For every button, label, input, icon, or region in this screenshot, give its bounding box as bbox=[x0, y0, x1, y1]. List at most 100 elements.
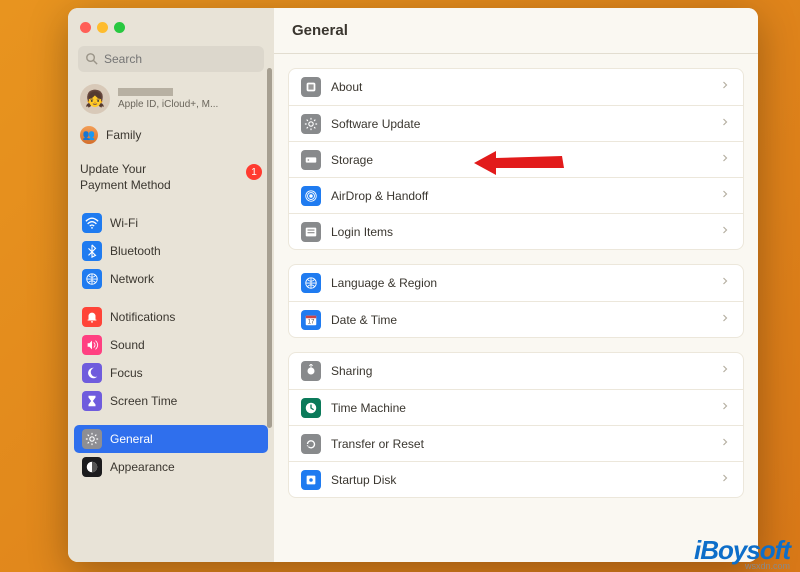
sound-icon bbox=[82, 335, 102, 355]
family-label: Family bbox=[106, 128, 141, 142]
scrollbar[interactable] bbox=[267, 68, 272, 428]
gear-icon bbox=[82, 429, 102, 449]
sidebar-nav: Wi-Fi Bluetooth Network Notifications Sound F… bbox=[68, 205, 274, 562]
chevron-right-icon bbox=[719, 78, 731, 96]
page-title: General bbox=[274, 8, 758, 54]
profile-name-redacted bbox=[118, 88, 173, 96]
sidebar-item-label: Focus bbox=[110, 366, 143, 380]
payment-line1: Update Your bbox=[80, 162, 171, 178]
main-pane: General About Software Update Storage AirDr… bbox=[274, 8, 758, 562]
chevron-right-icon bbox=[719, 187, 731, 205]
row-label: Date & Time bbox=[331, 313, 709, 327]
storage-icon bbox=[301, 150, 321, 170]
family-row[interactable]: 👥 Family bbox=[68, 122, 274, 148]
globe-icon bbox=[301, 273, 321, 293]
chevron-right-icon bbox=[719, 362, 731, 380]
avatar: 👧 bbox=[80, 84, 110, 114]
row-label: Time Machine bbox=[331, 401, 709, 415]
row-airdrop-handoff[interactable]: AirDrop & Handoff bbox=[289, 177, 743, 213]
hourglass-icon bbox=[82, 391, 102, 411]
disk-icon bbox=[301, 470, 321, 490]
gear-icon bbox=[301, 114, 321, 134]
row-label: Language & Region bbox=[331, 276, 709, 290]
sidebar-item-label: General bbox=[110, 432, 153, 446]
row-language-region[interactable]: Language & Region bbox=[289, 265, 743, 301]
tm-icon bbox=[301, 398, 321, 418]
sidebar-item-label: Wi-Fi bbox=[110, 216, 138, 230]
sidebar-item-wi-fi[interactable]: Wi-Fi bbox=[74, 209, 268, 237]
family-icon: 👥 bbox=[80, 126, 98, 144]
row-label: About bbox=[331, 80, 709, 94]
moon-icon bbox=[82, 363, 102, 383]
row-label: Startup Disk bbox=[331, 473, 709, 487]
row-about[interactable]: About bbox=[289, 69, 743, 105]
profile-row[interactable]: 👧 Apple ID, iCloud+, M... bbox=[68, 80, 274, 122]
row-login-items[interactable]: Login Items bbox=[289, 213, 743, 249]
sidebar-item-label: Screen Time bbox=[110, 394, 177, 408]
sidebar-item-label: Network bbox=[110, 272, 154, 286]
sidebar-item-label: Sound bbox=[110, 338, 145, 352]
row-startup-disk[interactable]: Startup Disk bbox=[289, 461, 743, 497]
sidebar-item-bluetooth[interactable]: Bluetooth bbox=[74, 237, 268, 265]
info-icon bbox=[301, 77, 321, 97]
row-label: AirDrop & Handoff bbox=[331, 189, 709, 203]
chevron-right-icon bbox=[719, 151, 731, 169]
sidebar-item-sound[interactable]: Sound bbox=[74, 331, 268, 359]
settings-group: Sharing Time Machine Transfer or Reset Star… bbox=[288, 352, 744, 498]
sidebar-item-screen-time[interactable]: Screen Time bbox=[74, 387, 268, 415]
row-label: Login Items bbox=[331, 225, 709, 239]
wifi-icon bbox=[82, 213, 102, 233]
bt-icon bbox=[82, 241, 102, 261]
bell-icon bbox=[82, 307, 102, 327]
row-time-machine[interactable]: Time Machine bbox=[289, 389, 743, 425]
row-software-update[interactable]: Software Update bbox=[289, 105, 743, 141]
settings-group: Language & Region Date & Time bbox=[288, 264, 744, 338]
sidebar-item-label: Notifications bbox=[110, 310, 175, 324]
search-input[interactable] bbox=[78, 46, 264, 72]
minimize-icon[interactable] bbox=[97, 22, 108, 33]
row-label: Software Update bbox=[331, 117, 709, 131]
settings-group: About Software Update Storage AirDrop & Han… bbox=[288, 68, 744, 250]
chevron-right-icon bbox=[719, 471, 731, 489]
chevron-right-icon bbox=[719, 223, 731, 241]
profile-subtitle: Apple ID, iCloud+, M... bbox=[118, 99, 262, 110]
chevron-right-icon bbox=[719, 115, 731, 133]
row-storage[interactable]: Storage bbox=[289, 141, 743, 177]
sidebar-item-focus[interactable]: Focus bbox=[74, 359, 268, 387]
globe-icon bbox=[82, 269, 102, 289]
search-icon bbox=[84, 51, 99, 66]
reset-icon bbox=[301, 434, 321, 454]
airdrop-icon bbox=[301, 186, 321, 206]
appearance-icon bbox=[82, 457, 102, 477]
close-icon[interactable] bbox=[80, 22, 91, 33]
payment-notice[interactable]: Update Your Payment Method 1 bbox=[68, 156, 274, 199]
chevron-right-icon bbox=[719, 399, 731, 417]
sidebar: 👧 Apple ID, iCloud+, M... 👥 Family Updat… bbox=[68, 8, 274, 562]
calendar-icon bbox=[301, 310, 321, 330]
login-icon bbox=[301, 222, 321, 242]
row-sharing[interactable]: Sharing bbox=[289, 353, 743, 389]
window-controls bbox=[68, 8, 274, 46]
sidebar-item-appearance[interactable]: Appearance bbox=[74, 453, 268, 481]
chevron-right-icon bbox=[719, 435, 731, 453]
fullscreen-icon[interactable] bbox=[114, 22, 125, 33]
notification-badge: 1 bbox=[246, 164, 262, 180]
sidebar-item-network[interactable]: Network bbox=[74, 265, 268, 293]
payment-line2: Payment Method bbox=[80, 178, 171, 194]
sidebar-item-notifications[interactable]: Notifications bbox=[74, 303, 268, 331]
row-label: Transfer or Reset bbox=[331, 437, 709, 451]
row-date-time[interactable]: Date & Time bbox=[289, 301, 743, 337]
row-transfer-or-reset[interactable]: Transfer or Reset bbox=[289, 425, 743, 461]
row-label: Storage bbox=[331, 153, 709, 167]
search-input-wrap bbox=[78, 46, 264, 72]
row-label: Sharing bbox=[331, 364, 709, 378]
sidebar-item-general[interactable]: General bbox=[74, 425, 268, 453]
footer-credit: wsxdn.com bbox=[745, 561, 790, 571]
settings-window: 👧 Apple ID, iCloud+, M... 👥 Family Updat… bbox=[68, 8, 758, 562]
main-body: About Software Update Storage AirDrop & Han… bbox=[274, 54, 758, 562]
chevron-right-icon bbox=[719, 274, 731, 292]
sidebar-item-label: Appearance bbox=[110, 460, 175, 474]
share-icon bbox=[301, 361, 321, 381]
sidebar-item-label: Bluetooth bbox=[110, 244, 161, 258]
chevron-right-icon bbox=[719, 311, 731, 329]
